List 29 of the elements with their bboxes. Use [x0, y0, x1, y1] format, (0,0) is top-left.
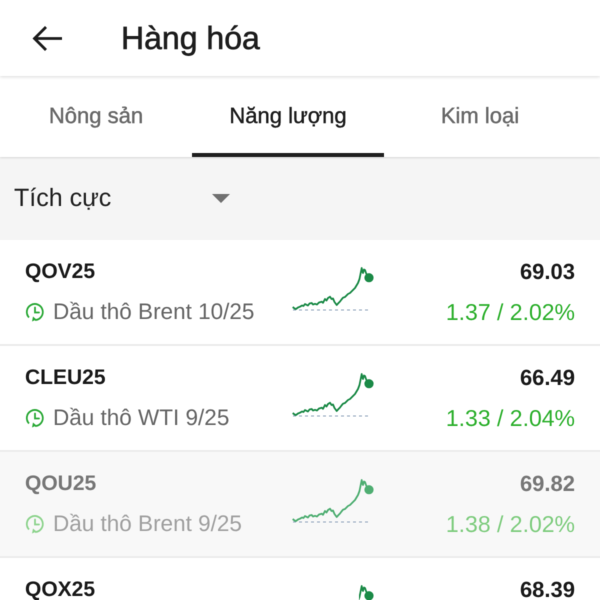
quote-row[interactable]: QOX25 68.39 [0, 558, 600, 600]
contract-name: Dầu thô WTI 9/25 [53, 405, 230, 431]
category-tab[interactable]: Năng lượng [192, 76, 384, 157]
clock-icon [25, 514, 45, 534]
clock-icon [25, 408, 45, 428]
change-text: 1.37 / 2.02% [446, 299, 575, 325]
contract-name: Dầu thô Brent 9/25 [53, 511, 242, 537]
change-text: 1.33 / 2.04% [446, 405, 575, 431]
price-text: 68.39 [520, 577, 575, 600]
quote-row[interactable]: QOV25 Dầu thô Brent 10/25 69.03 1.37 / 2.02% [0, 240, 600, 344]
category-tab[interactable]: Kim loại [384, 76, 576, 157]
price-text: 66.49 [520, 365, 575, 391]
sparkline-drawing [359, 583, 376, 600]
symbol-text: CLEU25 [25, 365, 106, 391]
page-title: Hàng hóa [121, 22, 260, 54]
price-text: 69.03 [520, 259, 575, 285]
dropdown-caret-icon [212, 194, 230, 203]
quote-row[interactable]: QOU25 Dầu thô Brent 9/25 69.82 1.38 / 2.02% [0, 452, 600, 556]
contract-name: Dầu thô Brent 10/25 [53, 299, 254, 325]
symbol-text: QOV25 [25, 259, 96, 285]
change-text: 1.38 / 2.02% [446, 511, 575, 537]
symbol-text: QOU25 [25, 471, 96, 497]
filter-dropdown[interactable]: Tích cực [14, 180, 230, 218]
price-text: 69.82 [520, 471, 575, 497]
category-tab[interactable]: Nông sản [0, 76, 192, 157]
clock-icon [25, 302, 45, 322]
back-arrow-icon [32, 26, 62, 50]
symbol-text: QOX25 [25, 577, 96, 600]
quote-row[interactable]: CLEU25 Dầu thô WTI 9/25 66.49 1.33 / 2.04% [0, 346, 600, 450]
